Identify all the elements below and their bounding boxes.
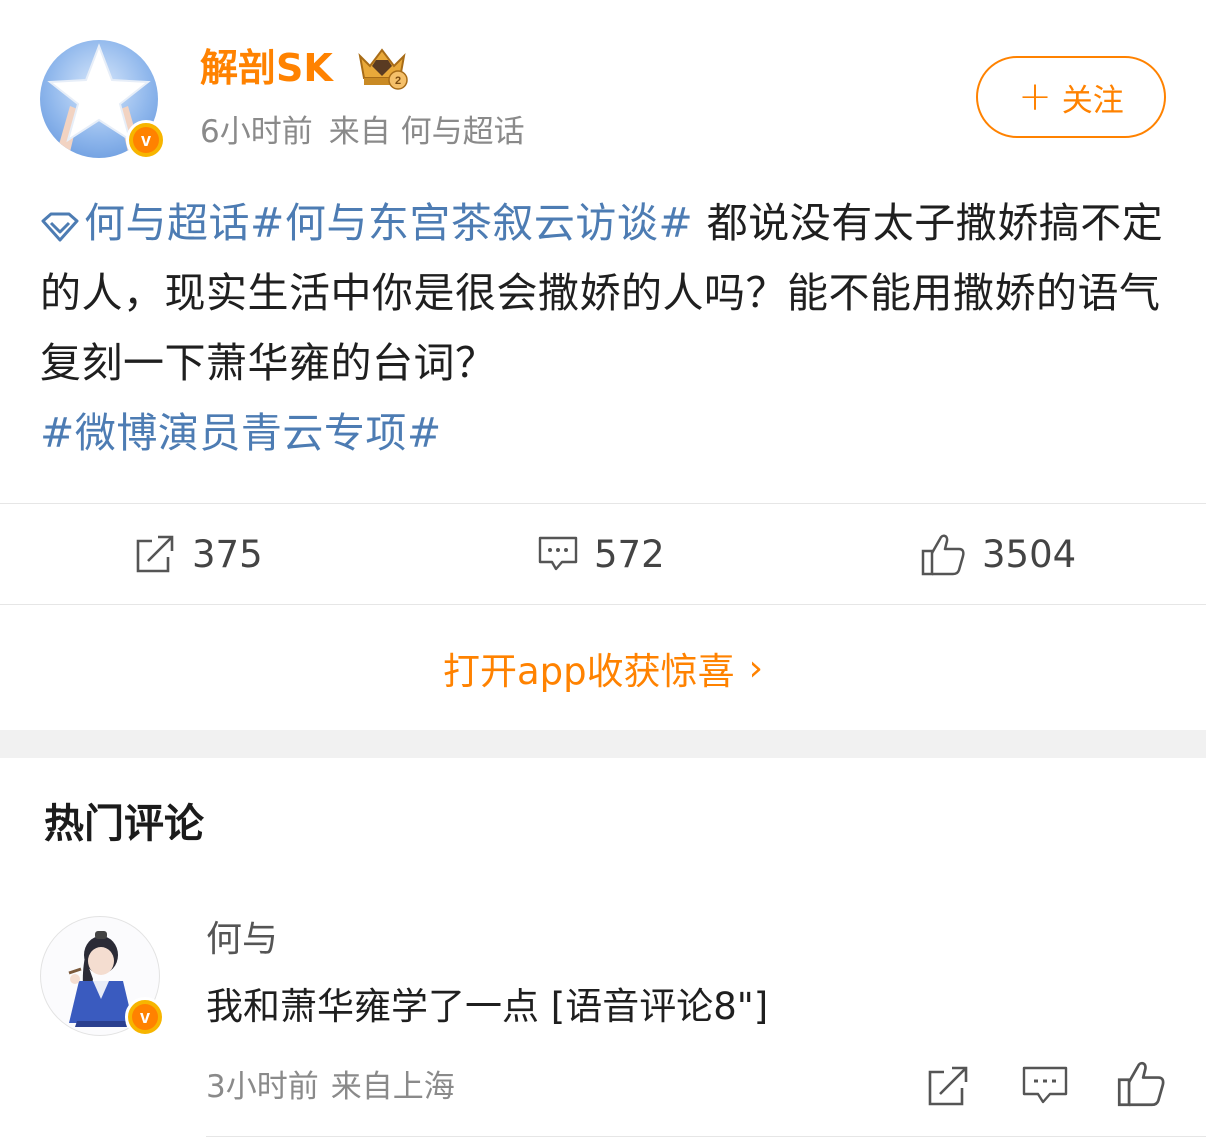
comment-location: 来自上海 xyxy=(330,1069,455,1105)
comment-button[interactable]: 572 xyxy=(538,504,665,604)
comment-avatar[interactable]: v xyxy=(40,916,165,1037)
comment-text: 我和萧华雍学了一点 [语音评论8"] xyxy=(206,985,769,1028)
supertopic-link[interactable]: 何与超话 xyxy=(40,199,250,247)
comment-meta: 3小时前 来自上海 xyxy=(206,1064,455,1110)
post-source[interactable]: 来自 何与超话 xyxy=(329,114,525,150)
post-time: 6小时前 xyxy=(200,114,313,150)
hot-comments-title: 热门评论 xyxy=(44,801,204,847)
comment-divider xyxy=(206,1136,1206,1137)
post-meta: 6小时前 来自 何与超话 xyxy=(200,110,525,154)
verified-v-icon: v xyxy=(125,997,165,1037)
post-content: 何与超话#何与东宫茶叙云访谈# 都说没有太子撒娇搞不定的人，现实生活中你是很会撒… xyxy=(40,188,1166,468)
repost-count: 375 xyxy=(192,532,263,576)
divider-bottom xyxy=(0,604,1206,605)
like-icon xyxy=(921,534,965,576)
supertopic-label: 何与超话 xyxy=(84,199,250,247)
repost-icon xyxy=(136,535,174,573)
follow-label: 关注 xyxy=(1061,82,1124,119)
comment-count: 572 xyxy=(594,532,665,576)
section-separator xyxy=(0,730,1206,758)
plus-icon: + xyxy=(1018,74,1052,120)
open-app-banner[interactable]: 打开app收获惊喜 › xyxy=(0,606,1206,730)
like-button[interactable]: 3504 xyxy=(920,504,1076,604)
hashtag-link-2[interactable]: #微博演员青云专项# xyxy=(40,409,442,457)
crown-badge-icon[interactable]: 2 xyxy=(354,44,410,92)
comment-like-icon[interactable] xyxy=(1116,1058,1166,1108)
comment-time: 3小时前 xyxy=(206,1069,319,1105)
comment-reply-icon[interactable] xyxy=(1022,1064,1068,1108)
follow-button[interactable]: + 关注 xyxy=(976,56,1166,138)
chevron-right-icon: › xyxy=(748,647,764,689)
like-count: 3504 xyxy=(982,532,1077,576)
repost-button[interactable]: 375 xyxy=(134,504,263,604)
author-avatar[interactable]: v xyxy=(40,40,166,160)
author-name[interactable]: 解剖SK xyxy=(200,40,333,96)
hashtag-link-1[interactable]: #何与东宫茶叙云访谈# xyxy=(250,199,693,247)
open-app-label: 打开app收获惊喜 xyxy=(442,650,735,693)
comment-repost-icon[interactable] xyxy=(926,1064,970,1108)
comment-icon xyxy=(538,536,578,571)
comment-user[interactable]: 何与 xyxy=(206,914,278,966)
action-bar: 375 572 3504 xyxy=(0,504,1206,604)
supertopic-diamond-icon xyxy=(41,212,79,242)
verified-v-icon: v xyxy=(126,120,166,160)
svg-text:2: 2 xyxy=(395,75,401,87)
